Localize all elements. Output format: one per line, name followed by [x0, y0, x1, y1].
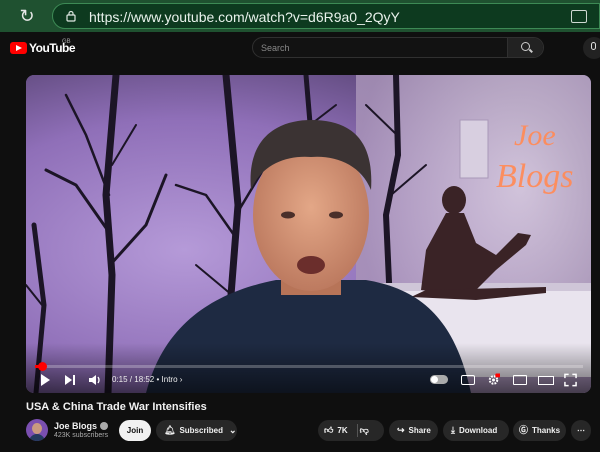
join-label: Join: [126, 426, 144, 435]
download-label: Download: [458, 426, 498, 435]
thumbs-up-icon[interactable]: 👍︎: [324, 426, 333, 435]
voice-search-button[interactable]: [583, 37, 600, 59]
channel-name-row[interactable]: Joe Blogs: [54, 421, 109, 431]
channel-name[interactable]: Joe Blogs: [54, 421, 97, 431]
browser-toolbar: ↻ https://www.youtube.com/watch?v=d6R9a0…: [0, 0, 600, 32]
search-icon: [521, 42, 530, 51]
thumbs-down-icon[interactable]: 👎︎: [360, 426, 369, 435]
search-input[interactable]: [253, 38, 507, 57]
subscriber-count: 423K subscribers: [54, 432, 109, 439]
subscribed-label: Subscribed: [179, 426, 224, 435]
address-bar[interactable]: https://www.youtube.com/watch?v=d6R9a0_2…: [52, 3, 600, 29]
like-count[interactable]: 7K: [337, 426, 347, 435]
next-icon[interactable]: [64, 373, 76, 387]
thanks-button[interactable]: Ⓖ Thanks: [513, 420, 566, 441]
chapter-label[interactable]: Intro: [162, 375, 178, 384]
youtube-header: YouTube GB: [0, 32, 600, 62]
fullscreen-icon[interactable]: [564, 373, 577, 387]
verified-icon: [100, 422, 109, 430]
cast-icon[interactable]: [571, 10, 587, 23]
bell-icon: 🔔︎: [164, 425, 176, 435]
reload-icon[interactable]: ↻: [17, 6, 37, 26]
like-dislike-group: 👍︎ 7K 👎︎: [318, 420, 384, 441]
neon-sign-line1: Joe: [514, 119, 556, 152]
toggle-knob: [431, 376, 438, 383]
volume-icon[interactable]: [88, 373, 102, 387]
download-button[interactable]: ⤓ Download: [443, 420, 509, 441]
time-current-total: 0:15 / 18:52: [112, 375, 155, 384]
more-icon: ⋯: [577, 426, 585, 435]
more-actions-button[interactable]: ⋯: [571, 420, 591, 441]
channel-avatar[interactable]: [26, 419, 48, 441]
theater-mode-icon[interactable]: [538, 376, 554, 385]
chevron-right-icon[interactable]: ›: [180, 375, 183, 384]
thanks-icon: Ⓖ: [519, 425, 529, 435]
download-icon: ⤓: [451, 425, 455, 435]
video-player[interactable]: Joe Blogs 0:15 / 18:52 • Intro ›: [26, 75, 591, 393]
miniplayer-icon[interactable]: [513, 375, 527, 385]
time-display: 0:15 / 18:52 • Intro ›: [112, 375, 182, 384]
share-label: Share: [408, 426, 431, 435]
neon-sign-line2: Blogs: [496, 158, 573, 195]
subscribed-button[interactable]: 🔔︎ Subscribed ⌄: [156, 420, 237, 441]
controls-overlay: [26, 343, 591, 393]
share-button[interactable]: ↪ Share: [389, 420, 438, 441]
share-arrow-icon: ↪: [397, 425, 405, 435]
join-button[interactable]: Join: [119, 420, 151, 441]
video-title: USA & China Trade War Intensifies: [26, 401, 207, 413]
search-button[interactable]: [507, 38, 543, 57]
url-text: https://www.youtube.com/watch?v=d6R9a0_2…: [89, 9, 400, 25]
microphone-icon: [591, 42, 596, 50]
settings-gear-icon[interactable]: [487, 373, 500, 387]
region-code: GB: [62, 39, 71, 45]
search-box: [252, 37, 544, 58]
thanks-label: Thanks: [532, 426, 561, 435]
lock-icon: [66, 10, 76, 22]
play-icon[interactable]: [39, 373, 51, 387]
like-divider: [357, 424, 358, 437]
autoplay-toggle[interactable]: [430, 375, 448, 384]
youtube-play-icon: [10, 42, 27, 54]
subtitles-icon[interactable]: [461, 375, 475, 385]
chevron-down-icon: ⌄: [229, 425, 237, 435]
progress-bar[interactable]: [35, 362, 583, 371]
